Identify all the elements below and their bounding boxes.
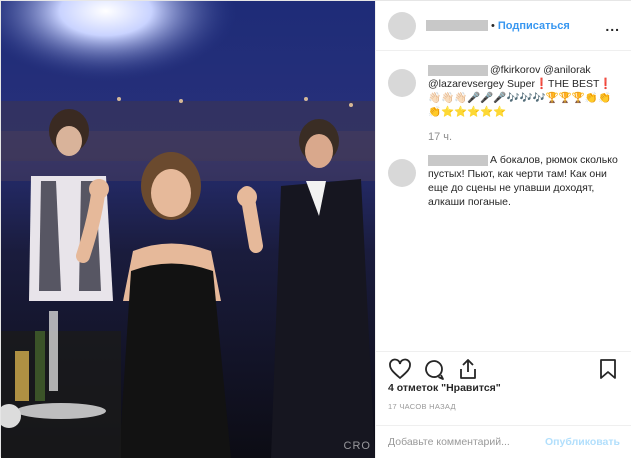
add-comment-bar: Опубликовать	[376, 425, 631, 458]
publish-button[interactable]: Опубликовать	[545, 436, 620, 448]
commenter-avatar[interactable]	[388, 159, 416, 187]
caption: @fkirkorov @anilorak @lazarevsergey Supe…	[388, 63, 620, 143]
comments-list: @fkirkorov @anilorak @lazarevsergey Supe…	[376, 63, 631, 219]
caption-username-redacted[interactable]	[428, 64, 488, 76]
likes-count[interactable]: 4 отметок "Нравится"	[388, 382, 501, 394]
concert-photo-illustration	[1, 1, 375, 458]
post-header: • Подписаться ...	[376, 1, 631, 51]
caption-time[interactable]: 17 ч.	[428, 131, 620, 143]
follow-button[interactable]: Подписаться	[498, 20, 570, 32]
comment-item: А бокалов, рюмок сколько пустых! Пьют, к…	[388, 153, 620, 209]
commenter-username-redacted[interactable]	[428, 154, 488, 166]
heart-icon[interactable]	[388, 357, 412, 381]
post-photo[interactable]: CRO	[1, 1, 375, 458]
post-timestamp: 17 ЧАСОВ НАЗАД	[388, 402, 456, 411]
separator-dot: •	[491, 19, 495, 32]
author-avatar[interactable]	[388, 11, 416, 40]
comment-input[interactable]	[388, 436, 546, 448]
instagram-post: CRO • Подписаться ... @fkirkorov @anilor…	[0, 0, 631, 458]
photo-watermark: CRO	[343, 440, 371, 452]
comment-icon[interactable]	[422, 357, 446, 381]
bookmark-icon[interactable]	[596, 357, 620, 381]
more-icon[interactable]: ...	[605, 18, 620, 34]
caption-avatar[interactable]	[388, 69, 416, 97]
post-sidebar: • Подписаться ... @fkirkorov @anilorak @…	[375, 1, 631, 458]
author-username-redacted[interactable]	[426, 20, 488, 31]
share-icon[interactable]	[456, 357, 480, 381]
action-bar	[376, 351, 631, 381]
